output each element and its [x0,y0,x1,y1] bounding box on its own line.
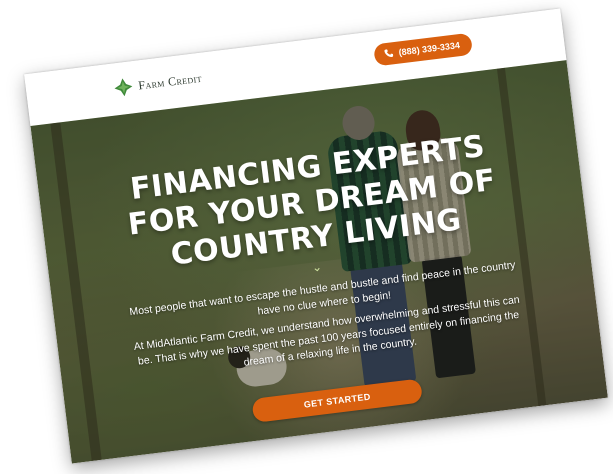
farm-credit-logo[interactable]: Farm Credit [113,69,203,98]
chevron-down-icon: ⌄ [310,259,323,275]
phone-icon [384,48,394,60]
hero-section: FINANCING EXPERTS FOR YOUR DREAM OF COUN… [30,60,608,464]
diamond-leaf-icon [113,77,133,97]
phone-number: (888) 339-3334 [398,40,461,58]
screenshot-stage: Farm Credit (888) 339-3334 FINANCING EXP… [0,0,613,474]
logo-text: Farm Credit [137,70,203,92]
phone-button[interactable]: (888) 339-3334 [373,32,474,67]
landing-page-card: Farm Credit (888) 339-3334 FINANCING EXP… [24,8,608,464]
